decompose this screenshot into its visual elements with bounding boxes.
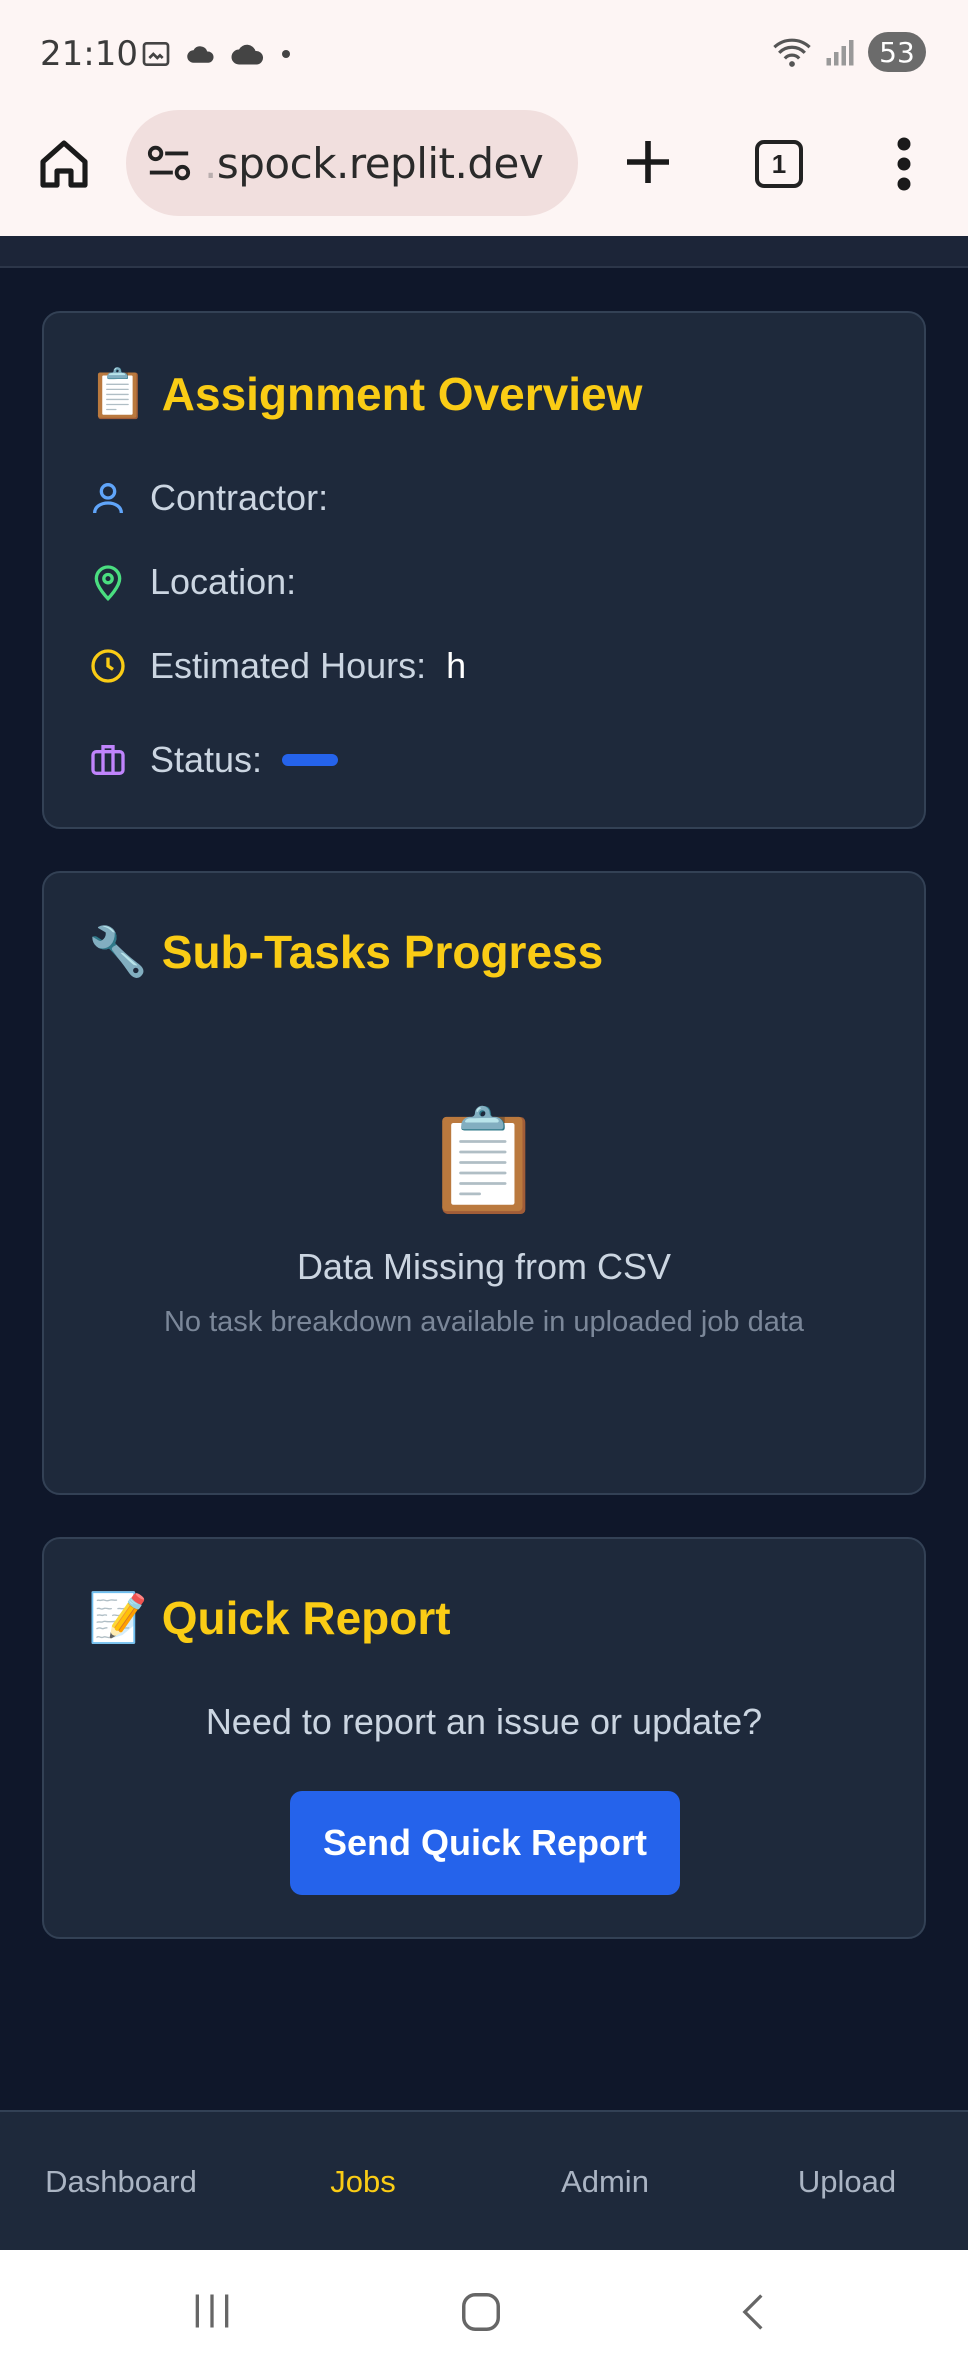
estimated-hours-label: Estimated Hours: [150,645,427,686]
estimated-hours-row: Estimated Hours: h [88,645,466,687]
send-quick-report-button[interactable]: Send Quick Report [290,1791,680,1895]
wrench-icon: 🔧 [88,926,148,979]
app-header-edge [0,236,968,268]
user-icon [93,483,123,514]
site-settings-icon[interactable] [146,143,192,183]
contractor-label: Contractor: [150,477,329,518]
empty-state-subtitle: No task breakdown available in uploaded … [163,1306,805,1338]
battery-indicator: 53 [868,32,926,72]
home-icon[interactable] [36,136,92,192]
quick-report-title: Quick Report [161,1591,451,1644]
cloud-icon [231,44,264,65]
clock-icon [91,649,125,683]
assignment-overview-title: Assignment Overview [161,367,643,420]
status-row: Status: [88,739,339,781]
signal-icon [826,40,854,66]
cloud-icon [187,46,214,63]
map-pin-icon [94,565,122,602]
system-indicators: 53 [772,32,926,72]
status-time: 21:10 [40,34,138,74]
system-status-bar: 21:10 53 [0,0,968,104]
tab-count: 1 [771,148,787,179]
card-title: 📋 Assignment Overview [88,365,642,422]
quick-report-card: 📝 Quick Report Need to report an issue o… [42,1537,926,1939]
memo-icon: 📝 [88,1592,148,1645]
estimated-hours-value: h [446,645,467,686]
address-bar[interactable]: .spock.replit.dev [126,110,578,216]
plus-icon[interactable] [620,134,676,190]
nav-item-dashboard[interactable]: Dashboard [0,2112,242,2252]
nav-item-admin[interactable]: Admin [484,2112,726,2252]
assignment-overview-card: 📋 Assignment Overview Contractor: Locati… [42,311,926,829]
browser-toolbar: .spock.replit.dev 1 [0,104,968,236]
empty-state-title: Data Missing from CSV [296,1246,672,1287]
notification-icons [140,38,292,70]
back-icon[interactable] [732,2288,776,2336]
report-prompt: Need to report an issue or update? [205,1701,763,1742]
location-label: Location: [150,561,297,602]
clipboard-icon: 📋 [421,1105,547,1217]
url-text[interactable]: .spock.replit.dev [204,139,544,188]
subtasks-progress-card: 🔧 Sub-Tasks Progress 📋 Data Missing from… [42,871,926,1495]
bottom-navigation: Dashboard Jobs Admin Upload [0,2110,968,2250]
briefcase-icon [91,745,125,775]
card-title: 🔧 Sub-Tasks Progress [88,923,603,980]
status-label: Status: [150,739,263,780]
wifi-icon [773,38,811,67]
location-row: Location: [88,561,296,603]
clipboard-icon: 📋 [88,368,148,421]
subtasks-title: Sub-Tasks Progress [161,925,604,978]
tab-switcher-button[interactable]: 1 [755,140,803,188]
more-vert-icon[interactable] [888,134,920,194]
card-title: 📝 Quick Report [88,1589,451,1646]
nav-item-jobs[interactable]: Jobs [242,2112,484,2252]
contractor-row: Contractor: [88,477,328,519]
home-nav-icon[interactable] [458,2288,504,2336]
status-badge [282,754,339,766]
dot-icon [282,50,290,58]
system-navigation-bar [0,2250,968,2376]
recent-apps-icon[interactable] [190,2288,234,2334]
screenshot-icon [142,42,170,66]
empty-state: 📋 Data Missing from CSV No task breakdow… [44,1103,924,1339]
nav-item-upload[interactable]: Upload [726,2112,968,2252]
